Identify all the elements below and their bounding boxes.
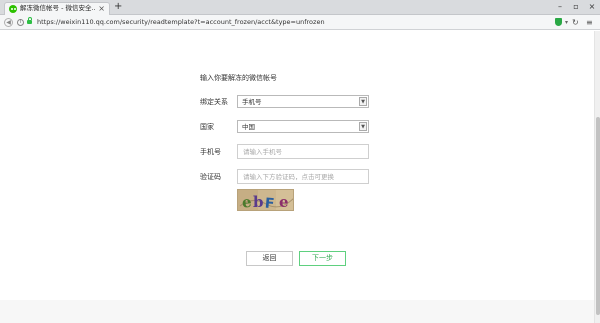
svg-text:e: e <box>241 193 252 211</box>
scrollbar-thumb[interactable] <box>595 117 600 315</box>
address-bar-url[interactable]: https://weixin110.qq.com/security/readte… <box>37 17 325 28</box>
relation-select-value: 手机号 <box>242 98 262 106</box>
maximize-button[interactable]: ▫ <box>569 1 583 13</box>
reload-icon[interactable]: ↻ <box>572 17 579 28</box>
dropdown-icon[interactable]: ▾ <box>565 17 568 28</box>
navigation-bar: ◀ i https://weixin110.qq.com/security/re… <box>0 15 600 30</box>
phone-input[interactable] <box>237 144 369 159</box>
country-select[interactable]: 中国 ▼ <box>237 120 369 133</box>
country-label: 国家 <box>200 123 214 131</box>
tab-strip: 解冻微信帐号 - 微信安全... × + – ▫ × <box>0 0 600 15</box>
shield-icon[interactable] <box>555 18 562 26</box>
chevron-down-icon[interactable]: ▼ <box>359 122 367 131</box>
minimize-button[interactable]: – <box>553 1 567 13</box>
phone-label: 手机号 <box>200 148 221 156</box>
chevron-down-icon[interactable]: ▼ <box>359 97 367 106</box>
tab-title: 解冻微信帐号 - 微信安全... <box>20 4 96 12</box>
wechat-favicon-icon <box>9 5 17 13</box>
svg-text:e: e <box>279 193 289 211</box>
page-footer <box>0 300 594 323</box>
new-tab-button[interactable]: + <box>114 1 122 13</box>
close-window-button[interactable]: × <box>585 1 599 13</box>
country-select-value: 中国 <box>242 123 255 131</box>
back-button[interactable]: 返回 <box>246 251 293 266</box>
captcha-input[interactable] <box>237 169 369 184</box>
svg-text:b: b <box>253 193 264 211</box>
relation-label: 绑定关系 <box>200 98 228 106</box>
menu-icon[interactable]: ≡ <box>586 17 593 28</box>
back-icon[interactable]: ◀ <box>4 18 13 27</box>
vertical-scrollbar[interactable] <box>594 31 600 323</box>
info-icon[interactable]: i <box>17 19 24 26</box>
form-title: 输入你要解冻的微信帐号 <box>200 74 277 82</box>
tab-close-icon[interactable]: × <box>98 4 105 13</box>
browser-tab[interactable]: 解冻微信帐号 - 微信安全... × <box>4 2 110 15</box>
captcha-label: 验证码 <box>200 173 221 181</box>
captcha-image[interactable]: e b F e <box>237 189 294 211</box>
next-step-button[interactable]: 下一步 <box>299 251 346 266</box>
svg-text:F: F <box>264 196 275 211</box>
relation-select[interactable]: 手机号 ▼ <box>237 95 369 108</box>
lock-icon[interactable] <box>27 17 32 24</box>
